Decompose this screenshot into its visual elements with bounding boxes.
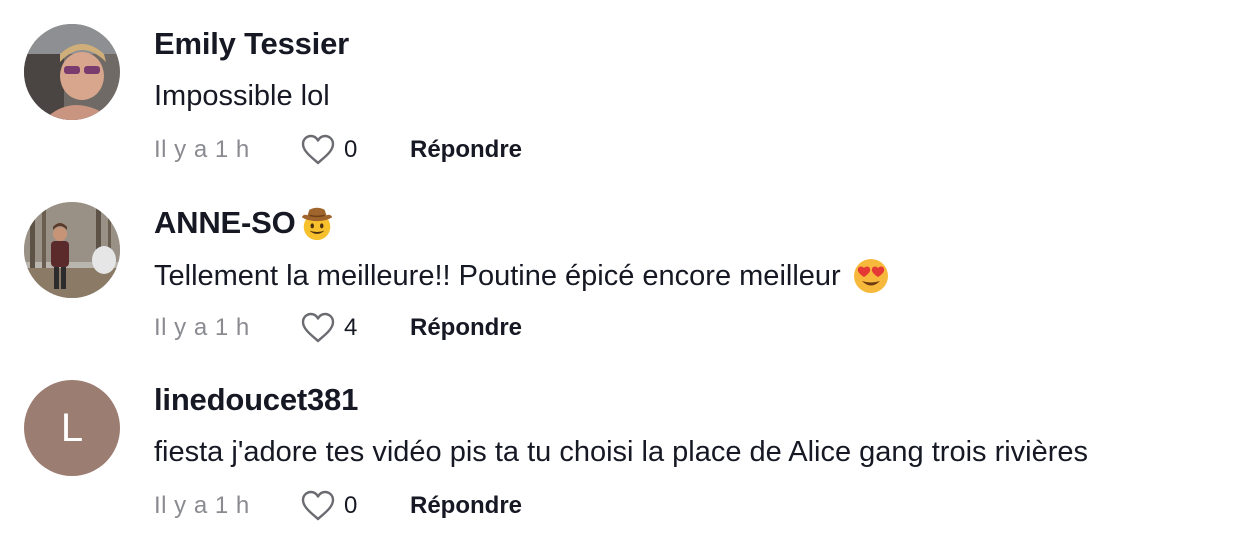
avatar-photo-icon: [24, 24, 120, 120]
username-text: Emily Tessier: [154, 26, 349, 61]
reply-button[interactable]: Répondre: [410, 492, 522, 520]
username-text: linedoucet381: [154, 382, 359, 417]
comment-body: Impossible lol: [154, 80, 330, 112]
username-text: ANNE-SO: [154, 205, 296, 240]
avatar-photo-icon: [24, 202, 120, 298]
heart-icon: [301, 490, 335, 521]
like-count: 0: [344, 136, 358, 163]
reply-button[interactable]: Répondre: [410, 136, 522, 164]
like-count: 0: [344, 492, 358, 519]
like-button[interactable]: 0: [300, 134, 410, 166]
comment-item: Emily Tessier Impossible lol Il y a 1 h …: [0, 0, 1240, 176]
comment-timestamp: Il y a 1 h: [154, 314, 250, 341]
comment-username[interactable]: Emily Tessier: [154, 26, 349, 62]
comment-body: Tellement la meilleure!! Poutine épicé e…: [154, 259, 841, 292]
cowboy-hat-face-emoji-icon: [301, 207, 332, 241]
comment-text: fiesta j'adore tes vidéo pis ta tu chois…: [154, 436, 1088, 469]
comment-timestamp: Il y a 1 h: [154, 136, 250, 163]
comment-username[interactable]: ANNE-SO: [154, 204, 336, 242]
heart-eyes-emoji-icon: [853, 259, 888, 293]
like-count: 4: [344, 314, 358, 341]
avatar[interactable]: [24, 24, 120, 120]
avatar[interactable]: [24, 202, 120, 298]
reply-button[interactable]: Répondre: [410, 314, 522, 342]
heart-icon: [301, 312, 335, 343]
like-button[interactable]: 0: [300, 490, 410, 522]
comment-actions: Il y a 1 h 4 Répondre: [154, 310, 522, 346]
like-button[interactable]: 4: [300, 312, 410, 344]
avatar-initial: L: [60, 406, 84, 450]
comment-text: Impossible lol: [154, 80, 330, 113]
comment-actions: Il y a 1 h 0 Répondre: [154, 132, 522, 168]
comment-item: L linedoucet381 fiesta j'adore tes vidéo…: [0, 356, 1240, 532]
comment-item: ANNE-SO Tellement la meilleure!! Poutine…: [0, 178, 1240, 354]
comment-username[interactable]: linedoucet381: [154, 382, 358, 418]
comment-actions: Il y a 1 h 0 Répondre: [154, 488, 522, 524]
comment-body: fiesta j'adore tes vidéo pis ta tu chois…: [154, 436, 1089, 468]
avatar[interactable]: L: [24, 380, 120, 476]
heart-icon: [301, 134, 335, 165]
comment-timestamp: Il y a 1 h: [154, 492, 250, 519]
comment-text: Tellement la meilleure!! Poutine épicé e…: [154, 258, 889, 294]
